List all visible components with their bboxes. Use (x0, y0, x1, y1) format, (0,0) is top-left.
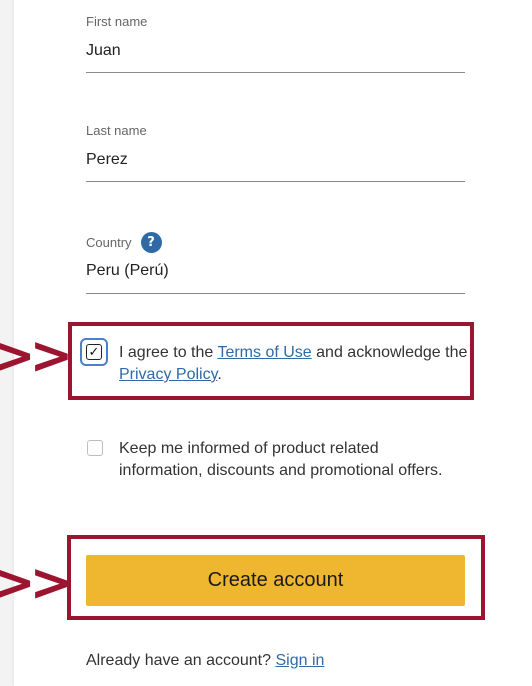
last-name-field[interactable]: Last name Perez (86, 123, 465, 183)
last-name-label: Last name (86, 123, 147, 138)
terms-text-after: . (217, 366, 222, 383)
annotation-arrow-icon-2: >> (0, 553, 73, 613)
help-icon[interactable]: ? (140, 232, 162, 253)
create-account-button[interactable]: Create account (86, 555, 465, 606)
signin-row: Already have an account? Sign in (86, 652, 324, 670)
sign-in-link[interactable]: Sign in (275, 652, 324, 669)
country-label: Country (86, 235, 132, 250)
first-name-label: First name (86, 14, 148, 29)
newsletter-label: Keep me informed of product related info… (119, 440, 443, 479)
last-name-input[interactable]: Perez (86, 151, 128, 169)
page: First name Juan Last name Perez Country … (0, 0, 532, 686)
terms-label: I agree to the Terms of Use and acknowle… (119, 342, 471, 386)
first-name-field[interactable]: First name Juan (86, 14, 465, 74)
terms-text-before: I agree to the (119, 344, 218, 361)
terms-text-middle: and acknowledge the (311, 344, 468, 361)
first-name-input[interactable]: Juan (86, 42, 121, 60)
country-underline (86, 293, 465, 294)
privacy-policy-link[interactable]: Privacy Policy (119, 366, 217, 383)
country-field[interactable]: Country ? Peru (Perú) (86, 232, 465, 296)
country-label-row: Country ? (86, 232, 465, 253)
signin-prompt: Already have an account? (86, 652, 276, 669)
terms-checkbox[interactable]: ✓ (86, 344, 102, 360)
first-name-underline (86, 72, 465, 73)
annotation-arrow-icon: >> (0, 326, 73, 386)
newsletter-checkbox[interactable] (87, 440, 103, 456)
last-name-underline (86, 181, 465, 182)
country-select[interactable]: Peru (Perú) (86, 262, 169, 280)
terms-of-use-link[interactable]: Terms of Use (217, 344, 311, 361)
